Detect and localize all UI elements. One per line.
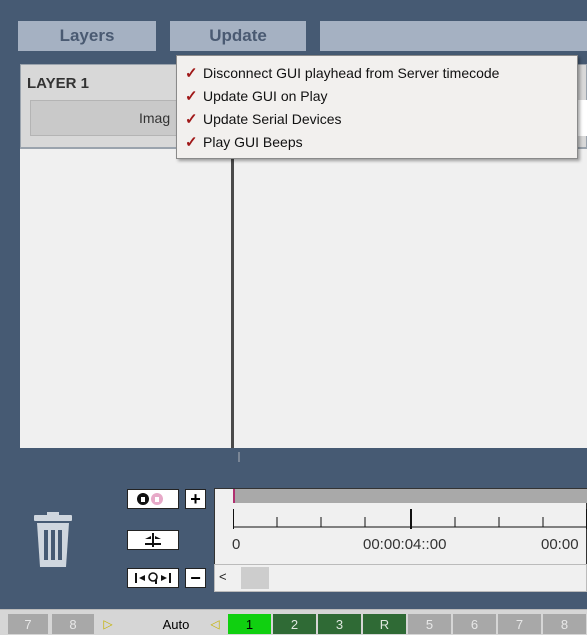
channel-button-2[interactable]: 2: [273, 614, 316, 634]
menu-item-label: Play GUI Beeps: [203, 133, 303, 150]
scroll-left-arrow-icon[interactable]: <: [219, 569, 227, 584]
lock-icon: [137, 493, 163, 505]
play-back-icon[interactable]: ◁: [207, 614, 223, 634]
layer-content-pane[interactable]: [234, 148, 587, 448]
play-forward-icon[interactable]: ▷: [100, 614, 116, 634]
menu-item-label: Update Serial Devices: [203, 110, 342, 127]
timeline-track-header: [233, 489, 587, 503]
timeline-label-mid: 00:00:04::00: [363, 536, 447, 553]
add-button[interactable]: +: [185, 489, 206, 509]
channel-button-7-left[interactable]: 7: [8, 614, 48, 634]
update-menu-button[interactable]: Update: [170, 21, 306, 51]
snap-icon: [145, 533, 161, 547]
channel-button-6[interactable]: 6: [453, 614, 496, 634]
mode-label[interactable]: Auto: [156, 614, 196, 634]
snap-button[interactable]: [127, 530, 179, 550]
menu-item-play-gui-beeps[interactable]: ✓ Play GUI Beeps: [177, 130, 577, 153]
playhead-marker: [238, 452, 240, 462]
timeline-label-end: 00:00: [541, 536, 579, 553]
menu-item-update-gui-on-play[interactable]: ✓ Update GUI on Play: [177, 84, 577, 107]
channel-button-r[interactable]: R: [363, 614, 406, 634]
checkmark-icon: ✓: [185, 133, 198, 151]
menu-bar-filler: [320, 21, 587, 51]
remove-button[interactable]: −: [185, 568, 206, 588]
channel-button-5[interactable]: 5: [408, 614, 451, 634]
checkmark-icon: ✓: [185, 87, 198, 105]
menu-item-update-serial-devices[interactable]: ✓ Update Serial Devices: [177, 107, 577, 130]
channel-button-7[interactable]: 7: [498, 614, 541, 634]
checkmark-icon: ✓: [185, 64, 198, 82]
timeline[interactable]: 0 00:00:04::00 00:00: [214, 488, 587, 566]
zoom-fit-icon: [135, 572, 171, 584]
timeline-cursor[interactable]: [233, 489, 235, 503]
timeline-ruler: [233, 509, 587, 529]
timeline-label-start: 0: [232, 536, 241, 553]
channel-button-1[interactable]: 1: [228, 614, 271, 634]
menu-item-label: Disconnect GUI playhead from Server time…: [203, 64, 500, 81]
lock-toggle-button[interactable]: [127, 489, 179, 509]
channel-button-3[interactable]: 3: [318, 614, 361, 634]
timeline-scrollbar[interactable]: <: [214, 564, 587, 592]
channel-button-8[interactable]: 8: [543, 614, 586, 634]
layer-title: LAYER 1: [27, 75, 89, 92]
layers-menu-button[interactable]: Layers: [18, 21, 156, 51]
zoom-fit-button[interactable]: [127, 568, 179, 588]
layer-list-pane[interactable]: [20, 148, 231, 448]
image-label: Imag: [139, 110, 171, 126]
checkmark-icon: ✓: [185, 110, 198, 128]
menu-item-disconnect-playhead[interactable]: ✓ Disconnect GUI playhead from Server ti…: [177, 61, 577, 84]
channel-button-8-left[interactable]: 8: [52, 614, 94, 634]
update-dropdown-menu: ✓ Disconnect GUI playhead from Server ti…: [176, 55, 578, 159]
trash-icon[interactable]: [32, 512, 74, 568]
app-window: Layers Update LAYER 1 Imag + − 0 00:00:0…: [0, 0, 587, 635]
status-bar: 7 8 ▷ Auto ◁ 1 2 3 R 5 6 7 8: [0, 609, 587, 635]
scroll-thumb[interactable]: [241, 567, 269, 589]
menu-item-label: Update GUI on Play: [203, 87, 328, 104]
